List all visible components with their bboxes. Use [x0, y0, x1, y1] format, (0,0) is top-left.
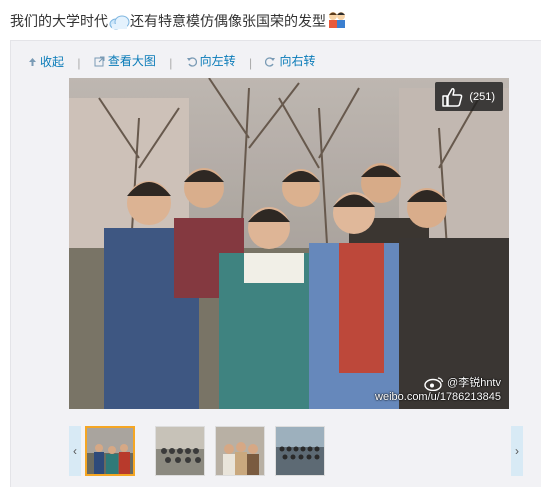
chevron-right-icon: ›	[515, 444, 519, 458]
rotate-left-label: 向左转	[199, 54, 236, 68]
rotate-right-label: 向右转	[279, 54, 316, 68]
chevron-left-icon: ‹	[73, 444, 77, 458]
media-box: 收起 | 查看大图 | 向左转 | 向右转 (251) @李锐hntv weib…	[10, 40, 541, 487]
thumbs-up-icon	[442, 87, 463, 107]
media-toolbar: 收起 | 查看大图 | 向左转 | 向右转	[28, 53, 316, 71]
weibo-logo-icon	[424, 377, 444, 391]
watermark-url: weibo.com/u/1786213845	[375, 391, 501, 403]
thumbnail-item[interactable]	[275, 426, 325, 476]
thumbnail-item[interactable]	[85, 426, 135, 476]
arrow-up-icon	[29, 57, 36, 66]
view-large-label: 查看大图	[107, 54, 156, 68]
collapse-label: 收起	[40, 54, 65, 69]
rotate-right-icon	[265, 56, 276, 67]
post-text-part1: 我们的大学时代	[10, 13, 108, 29]
photo-watermark: @李锐hntv weibo.com/u/1786213845	[375, 376, 501, 404]
group-photo-image	[69, 78, 509, 409]
thumbnail-image	[276, 427, 324, 475]
rotate-left-icon	[186, 56, 197, 67]
main-photo[interactable]: (251) @李锐hntv weibo.com/u/1786213845	[69, 78, 509, 409]
external-view-icon	[94, 56, 105, 66]
thumbnail-image	[87, 428, 133, 474]
rotate-left-button[interactable]: 向左转	[186, 53, 236, 69]
toolbar-separator: |	[169, 55, 173, 70]
watermark-user: @李锐hntv	[447, 377, 501, 389]
students-emoji-icon	[326, 10, 348, 35]
view-large-button[interactable]: 查看大图	[94, 53, 156, 69]
like-count: (251)	[469, 90, 495, 103]
thumbnail-item[interactable]	[155, 426, 205, 476]
thumbnail-next-button[interactable]: ›	[511, 426, 523, 476]
toolbar-separator: |	[77, 55, 81, 70]
toolbar-separator: |	[249, 55, 253, 70]
post-text-part2: 还有特意模仿偶像张国荣的发型	[130, 13, 326, 29]
thumbnail-item[interactable]	[215, 426, 265, 476]
thumbnail-image	[156, 427, 204, 475]
cloud-emoji-icon	[108, 14, 130, 35]
thumbnail-image	[216, 427, 264, 475]
collapse-button[interactable]: 收起	[28, 54, 64, 70]
thumbnail-prev-button[interactable]: ‹	[69, 426, 81, 476]
thumbnail-strip: ‹ ›	[69, 426, 523, 476]
rotate-right-button[interactable]: 向右转	[265, 53, 316, 69]
post-text: 我们的大学时代 还有特意模仿偶像张国荣的发型	[10, 10, 348, 35]
like-button[interactable]: (251)	[435, 82, 503, 111]
